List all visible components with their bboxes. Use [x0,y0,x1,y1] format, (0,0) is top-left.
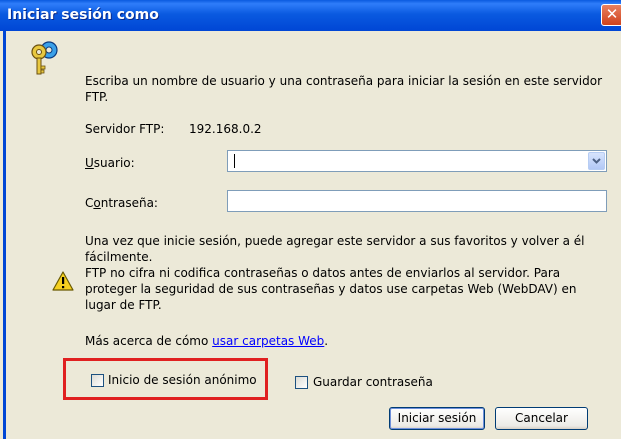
chevron-down-icon [592,158,601,164]
close-icon: ✕ [605,5,619,23]
password-input[interactable] [227,190,607,212]
cancel-button[interactable]: Cancelar [495,407,588,430]
security-warning: FTP no cifra ni codifica contraseñas o d… [85,266,577,312]
text-caret [234,154,235,168]
login-prompt: Escriba un nombre de usuario y una contr… [85,74,603,104]
user-dropdown-button[interactable] [588,152,605,170]
close-button[interactable]: ✕ [601,4,621,26]
user-label: Usuario: [85,156,135,170]
more-info-suffix: . [324,334,329,348]
title-bar[interactable]: Iniciar sesión como ✕ [0,0,621,31]
server-address: 192.168.0.2 [189,122,262,136]
more-info-text: Más acerca de cómo [85,334,213,348]
password-label: Contraseña: [85,196,158,210]
login-dialog: Iniciar sesión como ✕ Escriba un nombre … [0,0,621,439]
save-password-label[interactable]: Guardar contraseña [313,375,433,389]
login-button[interactable]: Iniciar sesión [389,407,485,430]
save-password-checkbox[interactable] [295,376,308,389]
keys-icon [31,41,58,75]
web-folders-link[interactable]: usar carpetas Web [212,334,324,348]
window-title: Iniciar sesión como [7,7,159,23]
favorites-note: Una vez que inicie sesión, puede agregar… [85,234,585,264]
more-info: Más acerca de cómo usar carpetas Web. [85,334,328,348]
user-combobox[interactable] [227,150,607,172]
warning-icon [52,271,74,291]
server-label: Servidor FTP: [85,122,165,136]
highlight-annotation [63,358,268,400]
